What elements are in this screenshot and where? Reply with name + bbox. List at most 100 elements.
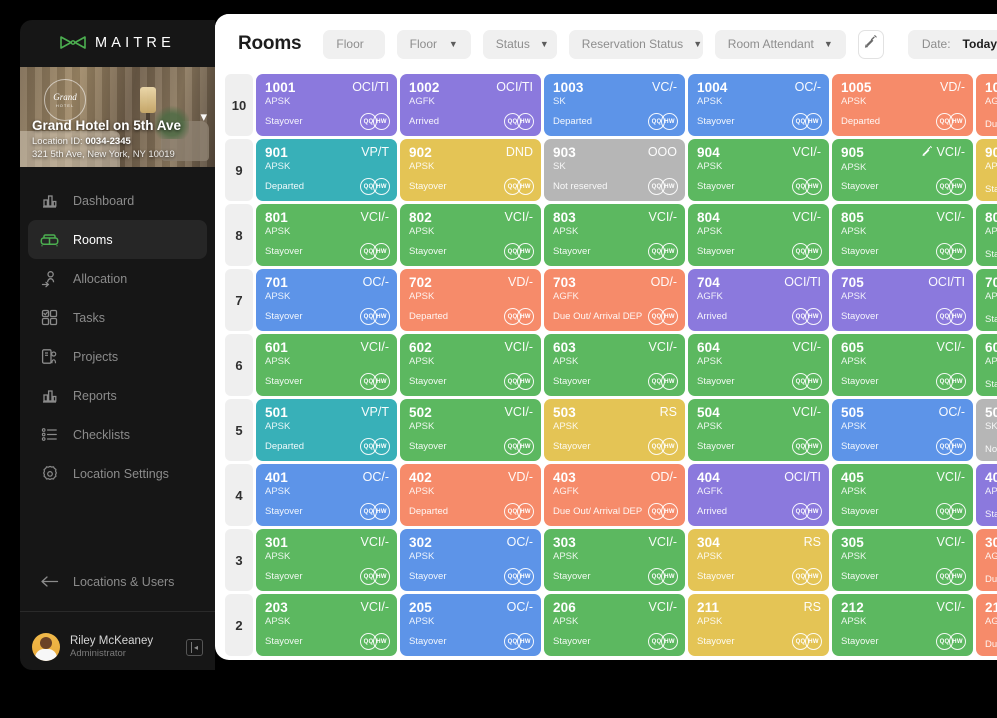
room-card[interactable]: 405 VCI/- APSK Stayover QQ HW	[832, 464, 973, 526]
room-card[interactable]: 902 DND APSK Stayover QQ HW	[400, 139, 541, 201]
room-card[interactable]: 212 VCI/- APSK Stayover QQ HW	[832, 594, 973, 656]
sidebar-bottom: Locations & Users	[20, 562, 215, 601]
gear-icon	[40, 464, 59, 483]
room-card[interactable]: 402 VD/- APSK Departed QQ HW	[400, 464, 541, 526]
room-card[interactable]: 401 OC/- APSK Stayover QQ HW	[256, 464, 397, 526]
room-footer: Stayover QQ HW	[697, 113, 822, 130]
sidebar-item-allocation[interactable]: Allocation	[28, 259, 207, 298]
room-card[interactable]: 213AGFK Due Out/ Arrival DEP LC	[976, 594, 997, 656]
room-number: 505	[841, 405, 864, 420]
room-type-code: APSK	[841, 421, 867, 432]
sidebar-item-reports[interactable]: Reports	[28, 376, 207, 415]
room-card[interactable]: 605 VCI/- APSK Stayover QQ HW	[832, 334, 973, 396]
room-card[interactable]: 306AGFK Due Out/ Arrival DEP LC	[976, 529, 997, 591]
sidebar-item-projects[interactable]: Projects	[28, 337, 207, 376]
room-card[interactable]: 901 VP/T APSK Departed QQ HW	[256, 139, 397, 201]
room-card[interactable]: 502 VCI/- APSK Stayover QQ HW	[400, 399, 541, 461]
room-card[interactable]: 1001 OCI/TI APSK Stayover QQ HW	[256, 74, 397, 136]
room-card[interactable]: 501 VP/T APSK Departed QQ HW	[256, 399, 397, 461]
room-header: 806	[985, 210, 997, 225]
room-card[interactable]: 804 VCI/- APSK Stayover QQ HW	[688, 204, 829, 266]
room-card[interactable]: 801 VCI/- APSK Stayover QQ HW	[256, 204, 397, 266]
room-card[interactable]: 406APSK Stayover	[976, 464, 997, 526]
room-card[interactable]: 1004 OC/- APSK Stayover QQ HW	[688, 74, 829, 136]
room-card[interactable]: 1002 OCI/TI AGFK Arrived QQ HW	[400, 74, 541, 136]
room-card[interactable]: 802 VCI/- APSK Stayover QQ HW	[400, 204, 541, 266]
room-occupancy-state: Arrived	[409, 116, 440, 127]
room-card[interactable]: 305 VCI/- APSK Stayover QQ HW	[832, 529, 973, 591]
room-card[interactable]: 701 OC/- APSK Stayover QQ HW	[256, 269, 397, 331]
room-number: 801	[265, 210, 288, 225]
room-type-code: APSK	[841, 226, 867, 237]
room-card[interactable]: 706APSK Stayover	[976, 269, 997, 331]
room-footer: Stayover QQ HW	[697, 438, 822, 455]
room-type-code: APSK	[985, 356, 997, 367]
room-type-code: APSK	[841, 291, 867, 302]
room-occupancy-state: Stayover	[841, 311, 879, 322]
sidebar-item-checklists[interactable]: Checklists	[28, 415, 207, 454]
room-card[interactable]: 403 OD/- AGFK Due Out/ Arrival DEP LCQQHW	[544, 464, 685, 526]
room-card[interactable]: 206 VCI/- APSK Stayover QQ HW	[544, 594, 685, 656]
room-card[interactable]: 211 RS APSK Stayover QQ HW	[688, 594, 829, 656]
room-card[interactable]: 703 OD/- AGFK Due Out/ Arrival DEP LCQQHW	[544, 269, 685, 331]
room-number: 403	[553, 470, 576, 485]
sidebar-item-rooms[interactable]: Rooms	[28, 220, 207, 259]
room-card[interactable]: 904 VCI/- APSK Stayover QQ HW	[688, 139, 829, 201]
sidebar-item-locations-users[interactable]: Locations & Users	[28, 562, 207, 601]
floor-search-input[interactable]: Floor	[323, 29, 385, 59]
floor-select[interactable]: Floor ▼	[396, 29, 471, 59]
hotel-overlay: Grand Hotel on 5th Ave Location ID: 0034…	[20, 117, 215, 167]
room-card[interactable]: 303 VCI/- APSK Stayover QQ HW	[544, 529, 685, 591]
room-card[interactable]: 301 VCI/- APSK Stayover QQ HW	[256, 529, 397, 591]
room-card[interactable]: 503 RS APSK Stayover QQ HW	[544, 399, 685, 461]
room-card[interactable]: 702 VD/- APSK Departed QQ HW	[400, 269, 541, 331]
room-badge: HW	[949, 503, 966, 520]
room-card[interactable]: 906APSK Stayover	[976, 139, 997, 201]
room-card[interactable]: 604 VCI/- APSK Stayover QQ HW	[688, 334, 829, 396]
room-badge: HW	[373, 243, 390, 260]
room-type-code: APSK	[553, 551, 579, 562]
sidebar-item-location-settings[interactable]: Location Settings	[28, 454, 207, 493]
room-card[interactable]: 203 VCI/- APSK Stayover QQ HW	[256, 594, 397, 656]
room-card[interactable]: 606APSK Stayover	[976, 334, 997, 396]
room-card[interactable]: 1003 VC/- SK Departed QQ HW	[544, 74, 685, 136]
status-select[interactable]: Status ▼	[482, 29, 557, 59]
room-card[interactable]: 1006AGFK Due Out/ Arrival DEP LC	[976, 74, 997, 136]
room-badges: QQ HW	[936, 373, 966, 390]
room-card[interactable]: 506SK Not reserved	[976, 399, 997, 461]
room-attendant-select[interactable]: Room Attendant ▼	[714, 29, 846, 59]
room-card[interactable]: 803 VCI/- APSK Stayover QQ HW	[544, 204, 685, 266]
room-number: 903	[553, 145, 576, 160]
sidebar-item-label: Allocation	[73, 271, 128, 286]
room-card[interactable]: 304 RS APSK Stayover QQ HW	[688, 529, 829, 591]
room-card[interactable]: 806APSK Stayover	[976, 204, 997, 266]
room-card[interactable]: 404 OCI/TI AGFK Arrived QQ HW	[688, 464, 829, 526]
room-card[interactable]: 205 OC/- APSK Stayover QQ HW	[400, 594, 541, 656]
room-card[interactable]: 705 OCI/TI APSK Stayover QQ HW	[832, 269, 973, 331]
collapse-sidebar-icon[interactable]: ◂	[186, 638, 203, 656]
room-badges: QQ HW	[504, 113, 534, 130]
sidebar-item-tasks[interactable]: Tasks	[28, 298, 207, 337]
sidebar-user[interactable]: Riley McKeaney Administrator ◂	[20, 612, 215, 670]
hotel-card[interactable]: Grand HOTEL ▾ Grand Hotel on 5th Ave Loc…	[20, 67, 215, 167]
room-card[interactable]: 601 VCI/- APSK Stayover QQ HW	[256, 334, 397, 396]
room-card[interactable]: 704 OCI/TI AGFK Arrived QQ HW	[688, 269, 829, 331]
room-card[interactable]: 903 OOO SK Not reserved QQ HW	[544, 139, 685, 201]
room-type-code: APSK	[841, 162, 867, 173]
room-header: 301 VCI/-	[265, 535, 389, 550]
room-card[interactable]: 603 VCI/- APSK Stayover QQ HW	[544, 334, 685, 396]
date-picker[interactable]: Date: Today	[907, 29, 997, 59]
room-number: 401	[265, 470, 288, 485]
room-card[interactable]: 602 VCI/- APSK Stayover QQ HW	[400, 334, 541, 396]
room-card[interactable]: 505 OC/- APSK Stayover QQ HW	[832, 399, 973, 461]
room-occupancy-state: Stayover	[553, 246, 591, 257]
room-card[interactable]: 805 VCI/- APSK Stayover QQ HW	[832, 204, 973, 266]
reservation-status-select[interactable]: Reservation Status ▼	[568, 29, 703, 59]
cleaning-filter-button[interactable]	[857, 29, 884, 59]
room-card[interactable]: 504 VCI/- APSK Stayover QQ HW	[688, 399, 829, 461]
room-card[interactable]: 302 OC/- APSK Stayover QQ HW	[400, 529, 541, 591]
room-card[interactable]: 1005 VD/- APSK Departed QQ HW	[832, 74, 973, 136]
room-header: 211 RS	[697, 600, 821, 615]
sidebar-item-dashboard[interactable]: Dashboard	[28, 181, 207, 220]
room-card[interactable]: 905 VCI/- APSK Stayover QQ HW	[832, 139, 973, 201]
